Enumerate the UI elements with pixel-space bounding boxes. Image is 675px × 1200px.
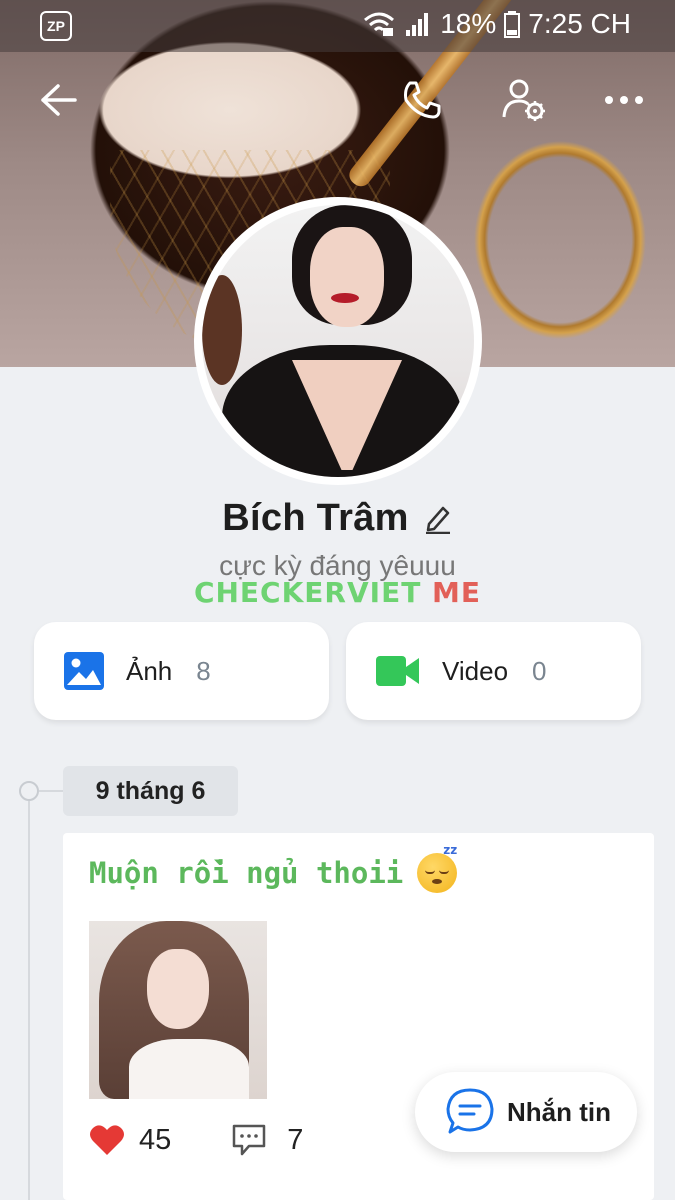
photos-count: 8: [196, 655, 211, 686]
date-chip: 9 tháng 6: [63, 766, 238, 816]
chat-icon: [446, 1088, 494, 1134]
comment-icon[interactable]: [231, 1123, 267, 1157]
signal-icon: [406, 13, 429, 36]
profile-name: Bích Trâm: [222, 496, 409, 539]
sleeping-face-icon: zz: [417, 843, 458, 893]
videos-count: 0: [532, 655, 547, 686]
phone-icon: [404, 81, 441, 119]
avatar[interactable]: [194, 197, 482, 485]
wifi-icon: [364, 12, 395, 36]
watermark: CHECKERVIET ME: [0, 576, 675, 609]
avatar-bg-object: [202, 275, 242, 385]
timeline-line: [28, 800, 30, 1200]
status-bar: ZP 18% 7:25 CH: [0, 0, 675, 52]
top-action-bar: [0, 70, 675, 132]
photos-card[interactable]: Ảnh 8: [34, 622, 329, 720]
videos-card[interactable]: Video 0: [346, 622, 641, 720]
profile-settings-button[interactable]: [494, 70, 554, 130]
video-icon: [376, 656, 419, 686]
watermark-suffix: ME: [432, 576, 482, 609]
post-text: Muộn rồi ngủ thoii: [89, 856, 404, 890]
avatar-photo: [202, 205, 474, 477]
timeline-dot: [19, 781, 39, 801]
post-photo-top: [129, 1039, 249, 1099]
status-right: 18% 7:25 CH: [362, 8, 631, 40]
heart-icon[interactable]: [89, 1124, 125, 1156]
app-badge-icon: ZP: [40, 11, 72, 41]
avatar-face: [310, 227, 384, 327]
image-icon: [64, 652, 104, 690]
more-button[interactable]: [594, 70, 654, 130]
post-photo-face: [147, 949, 209, 1029]
clock: 7:25 CH: [528, 8, 631, 39]
message-button-label: Nhắn tin: [507, 1096, 611, 1127]
videos-label: Video: [442, 655, 509, 686]
post-actions: 45 7: [89, 1123, 303, 1157]
edit-icon[interactable]: [423, 502, 453, 534]
back-arrow-icon: [41, 84, 77, 116]
likes-count: 45: [139, 1123, 172, 1156]
more-icon: [605, 96, 643, 104]
battery-icon: [504, 11, 521, 38]
timeline-connector: [39, 790, 64, 792]
battery-percent: 18%: [440, 8, 497, 39]
post-text-row: Muộn rồi ngủ thoii zz: [89, 843, 458, 893]
avatar-lips: [331, 293, 359, 303]
watermark-main: CHECKERVIET: [193, 576, 422, 609]
message-button[interactable]: Nhắn tin: [415, 1072, 637, 1152]
call-button[interactable]: [392, 70, 452, 130]
comments-count: 7: [287, 1123, 304, 1156]
post-photo[interactable]: [89, 921, 267, 1099]
user-settings-icon: [502, 79, 545, 121]
photos-label: Ảnh: [126, 655, 173, 686]
back-button[interactable]: [28, 70, 88, 130]
name-row: Bích Trâm: [0, 490, 675, 546]
